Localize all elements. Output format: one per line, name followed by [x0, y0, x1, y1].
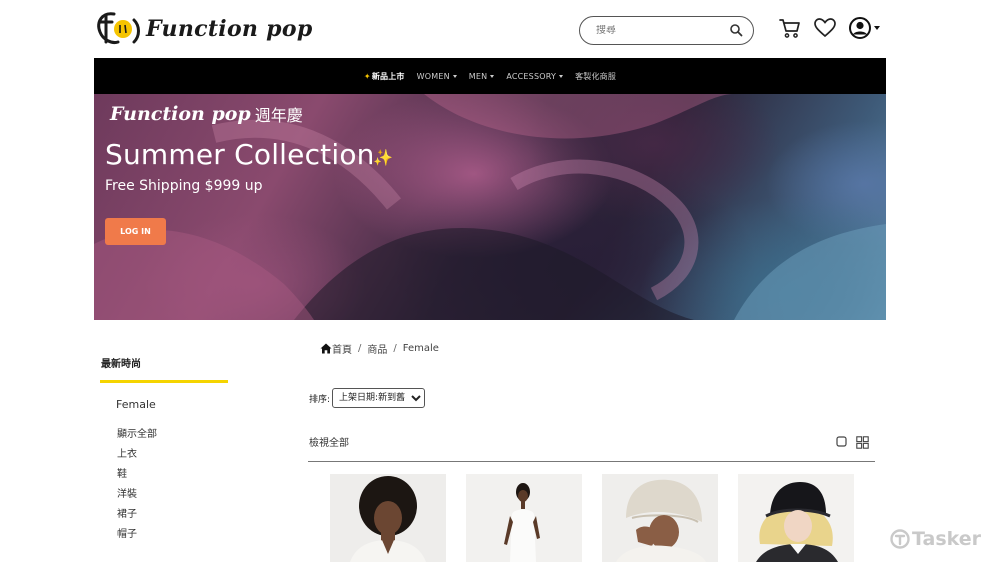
product-card-4[interactable]	[738, 474, 854, 562]
product-card-2[interactable]	[466, 474, 582, 562]
caret-down-icon	[452, 74, 457, 78]
sidebar-item-dresses[interactable]: 洋裝	[117, 488, 157, 508]
product-image	[466, 474, 582, 562]
grid-view-icon[interactable]	[856, 436, 869, 449]
sort-select[interactable]: 上架日期:新到舊	[332, 388, 426, 408]
nav-item-label: MEN	[468, 71, 488, 81]
breadcrumb-separator: /	[393, 343, 397, 354]
product-image	[602, 474, 718, 562]
nav-item-label: 客製化商服	[575, 71, 617, 81]
main-nav: ✦ 新品上市 WOMEN MEN ACCESSORY 客製化商服	[94, 58, 886, 94]
sidebar-item-shoes[interactable]: 鞋	[117, 468, 157, 488]
sort-control: 排序: 上架日期:新到舊	[309, 388, 426, 408]
caret-down-icon	[559, 74, 564, 78]
sidebar-item-all[interactable]: 顯示全部	[117, 428, 157, 448]
sidebar-item-hats[interactable]: 帽子	[117, 528, 157, 548]
nav-item-women[interactable]: WOMEN	[417, 72, 457, 81]
list-divider	[308, 461, 875, 462]
sidebar-item-tops[interactable]: 上衣	[117, 448, 157, 468]
list-heading: 檢視全部	[309, 438, 349, 449]
hero-brand: Function pop 週年慶	[110, 102, 303, 126]
watermark-text: Tasker	[912, 528, 982, 550]
logo-text: Function pop	[146, 16, 313, 42]
logo-mark-icon	[97, 12, 140, 44]
user-icon[interactable]	[848, 16, 872, 40]
search-icon[interactable]	[729, 23, 743, 37]
nav-item-men[interactable]: MEN	[469, 72, 495, 81]
breadcrumb-label: 首頁	[332, 345, 352, 356]
heart-icon[interactable]	[813, 16, 837, 40]
search-input[interactable]	[596, 25, 716, 36]
home-icon	[320, 343, 332, 354]
site-logo[interactable]: Function pop	[94, 8, 313, 50]
sidebar-title: 最新時尚	[101, 359, 141, 370]
tasker-logo-icon	[890, 529, 910, 549]
breadcrumb-home[interactable]: 首頁	[320, 341, 352, 356]
sparkle-icon: ✨	[373, 150, 393, 167]
user-menu[interactable]	[848, 16, 880, 40]
caret-down-icon	[490, 74, 495, 78]
hero-title: Summer Collection	[105, 138, 375, 171]
sparkle-icon: ✦	[363, 71, 371, 81]
product-image	[330, 474, 446, 562]
sidebar-underline	[100, 380, 228, 383]
nav-item-label: WOMEN	[416, 71, 450, 81]
hero-banner: Function pop 週年慶 Summer Collection ✨ Fre…	[94, 94, 886, 320]
single-view-icon[interactable]	[836, 436, 847, 447]
sidebar-item-skirts[interactable]: 裙子	[117, 508, 157, 528]
nav-item-label: 新品上市	[371, 71, 405, 81]
nav-item-label: ACCESSORY	[506, 71, 557, 81]
nav-item-new-arrivals[interactable]: ✦ 新品上市	[364, 71, 405, 82]
cart-icon[interactable]	[778, 16, 802, 40]
nav-item-custom[interactable]: 客製化商服	[575, 71, 616, 82]
hero-subtitle: Free Shipping $999 up	[105, 178, 263, 194]
nav-item-accessory[interactable]: ACCESSORY	[506, 71, 564, 81]
breadcrumb-products[interactable]: 商品	[367, 341, 387, 356]
search-box[interactable]	[579, 16, 754, 45]
chevron-down-icon[interactable]	[874, 26, 880, 30]
hero-background-art	[94, 94, 886, 320]
sidebar-list: 顯示全部 上衣 鞋 洋裝 裙子 帽子	[117, 428, 157, 548]
watermark: Tasker	[890, 528, 981, 550]
sort-label: 排序:	[309, 394, 331, 405]
breadcrumb: 首頁 / 商品 / Female	[320, 341, 439, 356]
hero-brand-suffix: 週年慶	[254, 106, 303, 125]
login-button[interactable]: LOG IN	[105, 218, 166, 245]
product-image	[738, 474, 854, 562]
product-card-3[interactable]	[602, 474, 718, 562]
product-card-1[interactable]	[330, 474, 446, 562]
sidebar-category[interactable]: Female	[116, 398, 156, 411]
hero-brand-name: Function pop	[110, 103, 251, 125]
breadcrumb-current: Female	[402, 343, 439, 354]
breadcrumb-separator: /	[358, 343, 362, 354]
